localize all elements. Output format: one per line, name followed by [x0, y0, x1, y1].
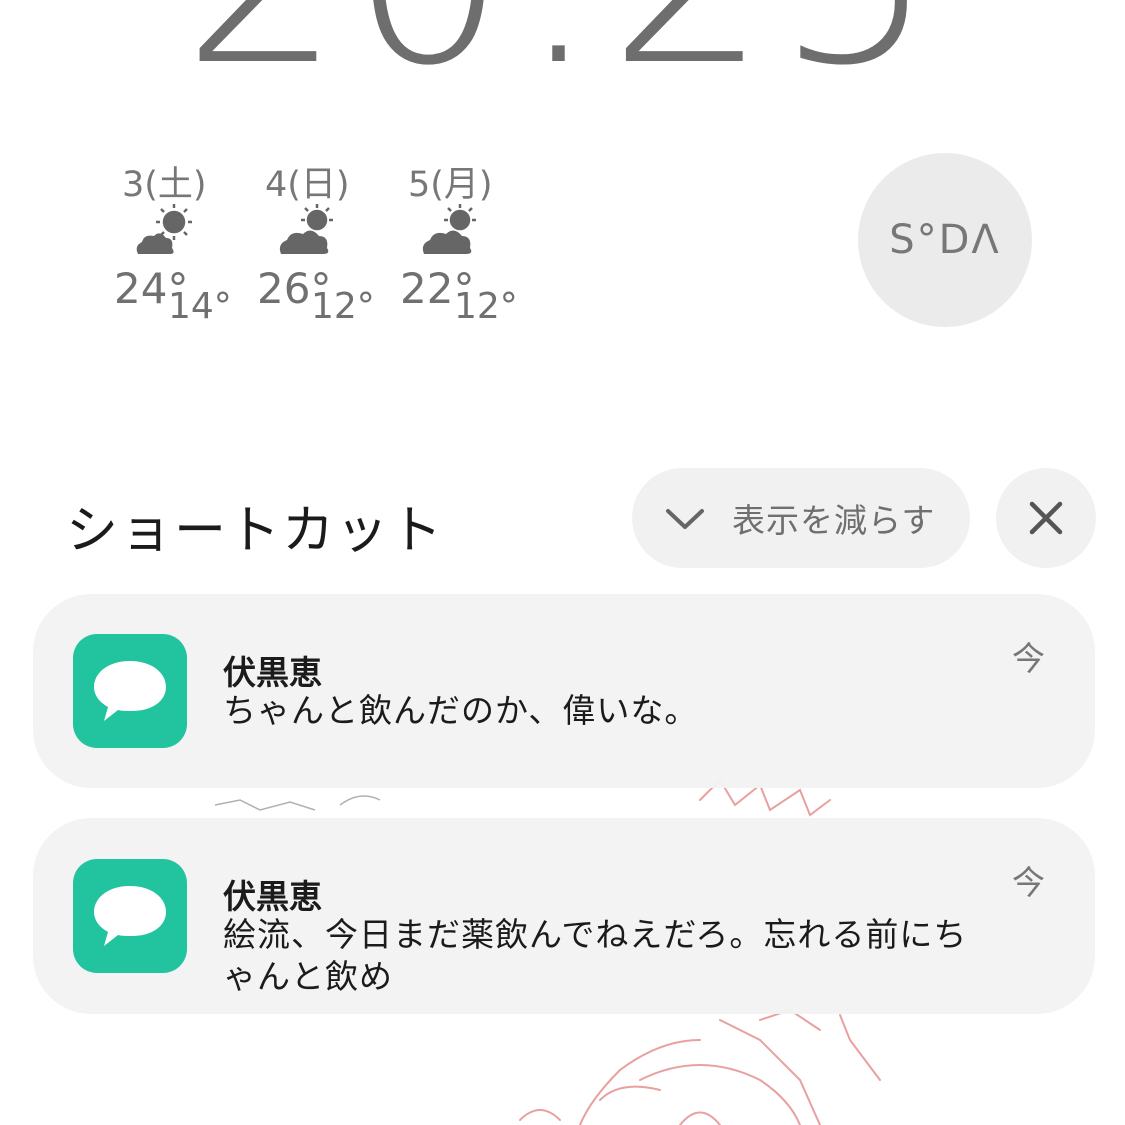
messages-app-icon	[73, 634, 187, 748]
message-bubble-icon	[94, 886, 166, 946]
weather-date: 5(月)	[408, 165, 493, 205]
weather-date: 3(土)	[122, 165, 207, 205]
notification-time: 今	[1012, 863, 1045, 902]
lock-screen: 20:25 3(土) 24° 14° 4(日)	[0, 0, 1125, 1125]
shortcuts-title: ショートカット	[66, 501, 445, 561]
weather-low: 14°	[168, 286, 232, 327]
weather-day: 3(土) 24° 14°	[110, 152, 253, 332]
messages-app-icon	[73, 859, 187, 973]
notification-card[interactable]: 伏黒恵 絵流、今日まだ薬飲んでねえだろ。忘れる前にちゃんと飲め 今	[33, 818, 1095, 1014]
weather-low: 12°	[454, 286, 518, 327]
weather-day: 4(日) 26° 12°	[253, 152, 396, 332]
lockscreen-clock: 20:25	[0, 0, 1125, 100]
message-bubble-icon	[94, 661, 166, 721]
notification-sender: 伏黒恵	[223, 877, 322, 916]
close-icon	[1029, 501, 1063, 535]
weather-low: 12°	[311, 286, 375, 327]
notification-body: ちゃんと飲んだのか、偉いな。	[223, 691, 699, 730]
sun-cloud-icon	[279, 204, 333, 254]
show-less-label: 表示を減らす	[732, 501, 936, 540]
weather-widget[interactable]: 3(土) 24° 14° 4(日) 26° 12° 5(月) 22° 12°	[110, 152, 539, 332]
show-less-button[interactable]: 表示を減らす	[632, 468, 970, 568]
sun-cloud-icon	[136, 204, 192, 254]
chevron-down-icon	[666, 509, 704, 529]
weather-date: 4(日)	[265, 165, 350, 205]
sun-cloud-icon	[422, 204, 476, 254]
close-button[interactable]	[996, 468, 1096, 568]
notification-time: 今	[1012, 639, 1045, 678]
notification-sender: 伏黒恵	[223, 653, 322, 692]
notification-body: 絵流、今日まだ薬飲んでねえだろ。忘れる前にちゃんと飲め	[223, 915, 968, 996]
soda-logo-widget[interactable]: S°DΛ	[858, 153, 1032, 327]
weather-day: 5(月) 22° 12°	[396, 152, 539, 332]
notification-card[interactable]: 伏黒恵 ちゃんと飲んだのか、偉いな。 今	[33, 594, 1095, 788]
